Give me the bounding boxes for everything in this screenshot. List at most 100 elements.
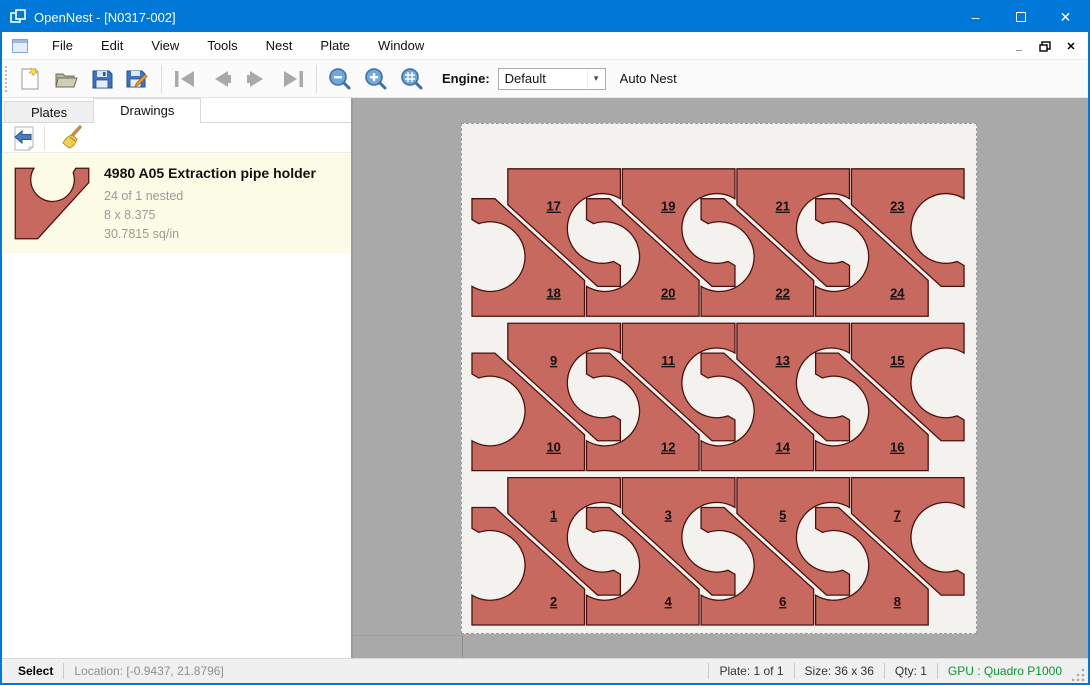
part-number-label: 21 bbox=[776, 199, 790, 214]
first-plate-button[interactable] bbox=[167, 63, 203, 95]
new-document-button[interactable] bbox=[12, 63, 48, 95]
toolbar-grip[interactable] bbox=[5, 66, 12, 92]
maximize-button[interactable] bbox=[998, 2, 1043, 32]
left-panel: Plates Drawings bbox=[2, 98, 353, 658]
save-as-button[interactable] bbox=[120, 63, 156, 95]
status-qty: Qty: 1 bbox=[885, 663, 937, 679]
status-mode: Select bbox=[8, 663, 63, 679]
part-number-label: 3 bbox=[665, 507, 672, 522]
part-number-label: 7 bbox=[894, 507, 901, 522]
menu-plate[interactable]: Plate bbox=[306, 32, 364, 60]
tab-plates[interactable]: Plates bbox=[4, 101, 94, 123]
drawing-size: 8 x 8.375 bbox=[104, 206, 316, 225]
zoom-out-icon bbox=[327, 66, 353, 92]
part-number-label: 12 bbox=[661, 440, 675, 455]
main-toolbar: Engine: Default ▾ Auto Nest bbox=[2, 60, 1088, 98]
part-shape bbox=[15, 168, 89, 238]
part-number-label: 2 bbox=[550, 594, 557, 609]
save-icon bbox=[90, 67, 114, 91]
open-button[interactable] bbox=[48, 63, 84, 95]
engine-select[interactable]: Default ▾ bbox=[498, 68, 606, 90]
app-window: OpenNest - [N0317-002] – ✕ File Edit Vie… bbox=[0, 0, 1090, 685]
new-document-icon bbox=[18, 66, 42, 92]
part-number-label: 22 bbox=[776, 285, 790, 300]
nest-canvas[interactable]: 171819202122232491011121314151612345678 bbox=[353, 98, 1088, 658]
part-number-label: 5 bbox=[779, 507, 786, 522]
drawings-toolbar bbox=[2, 122, 351, 153]
status-size: Size: 36 x 36 bbox=[795, 663, 884, 679]
menu-edit[interactable]: Edit bbox=[87, 32, 137, 60]
open-folder-icon bbox=[53, 67, 79, 91]
save-button[interactable] bbox=[84, 63, 120, 95]
part-number-label: 18 bbox=[546, 285, 560, 300]
status-bar: Select Location: [-0.9437, 21.8796] Plat… bbox=[2, 658, 1088, 683]
drawing-nested-count: 24 of 1 nested bbox=[104, 187, 316, 206]
return-drawing-icon bbox=[12, 125, 36, 151]
zoom-in-icon bbox=[363, 66, 389, 92]
part-number-label: 6 bbox=[779, 594, 786, 609]
next-plate-button[interactable] bbox=[239, 63, 275, 95]
engine-selected-value: Default bbox=[499, 71, 587, 86]
save-as-icon bbox=[125, 67, 151, 91]
mdi-close-button[interactable]: ✕ bbox=[1060, 36, 1082, 56]
title-bar[interactable]: OpenNest - [N0317-002] – ✕ bbox=[2, 2, 1088, 32]
clean-broom-icon bbox=[58, 125, 84, 151]
return-drawing-button[interactable] bbox=[8, 124, 40, 152]
part-number-label: 14 bbox=[776, 440, 791, 455]
mdi-restore-button[interactable] bbox=[1034, 36, 1056, 56]
go-previous-icon bbox=[208, 69, 234, 89]
clean-nest-button[interactable] bbox=[55, 124, 87, 152]
status-plate: Plate: 1 of 1 bbox=[709, 663, 793, 679]
part-number-label: 8 bbox=[894, 594, 901, 609]
go-next-icon bbox=[244, 69, 270, 89]
tab-strip: Plates Drawings bbox=[2, 98, 351, 123]
previous-plate-button[interactable] bbox=[203, 63, 239, 95]
resize-grip[interactable] bbox=[1072, 667, 1086, 681]
part-number-label: 11 bbox=[661, 353, 675, 368]
go-first-icon bbox=[172, 69, 198, 89]
part-number-label: 9 bbox=[550, 353, 557, 368]
window-title: OpenNest - [N0317-002] bbox=[34, 10, 953, 25]
part-number-label: 15 bbox=[890, 353, 904, 368]
engine-label: Engine: bbox=[442, 71, 490, 86]
zoom-in-button[interactable] bbox=[358, 63, 394, 95]
part-number-label: 4 bbox=[665, 594, 673, 609]
menu-file[interactable]: File bbox=[38, 32, 87, 60]
document-window-icon[interactable] bbox=[12, 39, 28, 53]
part-number-label: 23 bbox=[890, 199, 904, 214]
menu-tools[interactable]: Tools bbox=[193, 32, 251, 60]
mdi-minimize-button[interactable]: _ bbox=[1008, 36, 1030, 56]
close-button[interactable]: ✕ bbox=[1043, 2, 1088, 32]
part-number-label: 1 bbox=[550, 507, 557, 522]
menu-window[interactable]: Window bbox=[364, 32, 438, 60]
zoom-fit-icon bbox=[399, 66, 425, 92]
minimize-button[interactable]: – bbox=[953, 2, 998, 32]
zoom-out-button[interactable] bbox=[322, 63, 358, 95]
nested-parts-drawing: 171819202122232491011121314151612345678 bbox=[462, 124, 976, 633]
part-thumbnail bbox=[14, 167, 90, 243]
status-location: Location: [-0.9437, 21.8796] bbox=[64, 663, 233, 679]
part-number-label: 20 bbox=[661, 285, 675, 300]
zoom-fit-button[interactable] bbox=[394, 63, 430, 95]
part-number-label: 19 bbox=[661, 199, 675, 214]
app-logo-icon bbox=[10, 9, 26, 26]
part-number-label: 16 bbox=[890, 440, 904, 455]
go-last-icon bbox=[280, 69, 306, 89]
chevron-down-icon[interactable]: ▾ bbox=[587, 69, 605, 89]
menu-view[interactable]: View bbox=[137, 32, 193, 60]
canvas-bottom-band bbox=[353, 635, 1088, 658]
drawing-list-item[interactable]: 4980 A05 Extraction pipe holder 24 of 1 … bbox=[2, 153, 351, 253]
part-number-label: 24 bbox=[890, 285, 905, 300]
part-number-label: 17 bbox=[546, 199, 560, 214]
drawing-area: 30.7815 sq/in bbox=[104, 225, 316, 244]
tab-drawings[interactable]: Drawings bbox=[93, 98, 201, 123]
menu-bar: File Edit View Tools Nest Plate Window _… bbox=[2, 32, 1088, 60]
part-number-label: 13 bbox=[776, 353, 790, 368]
auto-nest-label[interactable]: Auto Nest bbox=[620, 71, 677, 86]
plate-sheet[interactable]: 171819202122232491011121314151612345678 bbox=[461, 123, 977, 634]
part-number-label: 10 bbox=[546, 440, 560, 455]
menu-nest[interactable]: Nest bbox=[252, 32, 307, 60]
last-plate-button[interactable] bbox=[275, 63, 311, 95]
drawing-title: 4980 A05 Extraction pipe holder bbox=[104, 165, 316, 181]
status-gpu: GPU : Quadro P1000 bbox=[938, 663, 1072, 679]
